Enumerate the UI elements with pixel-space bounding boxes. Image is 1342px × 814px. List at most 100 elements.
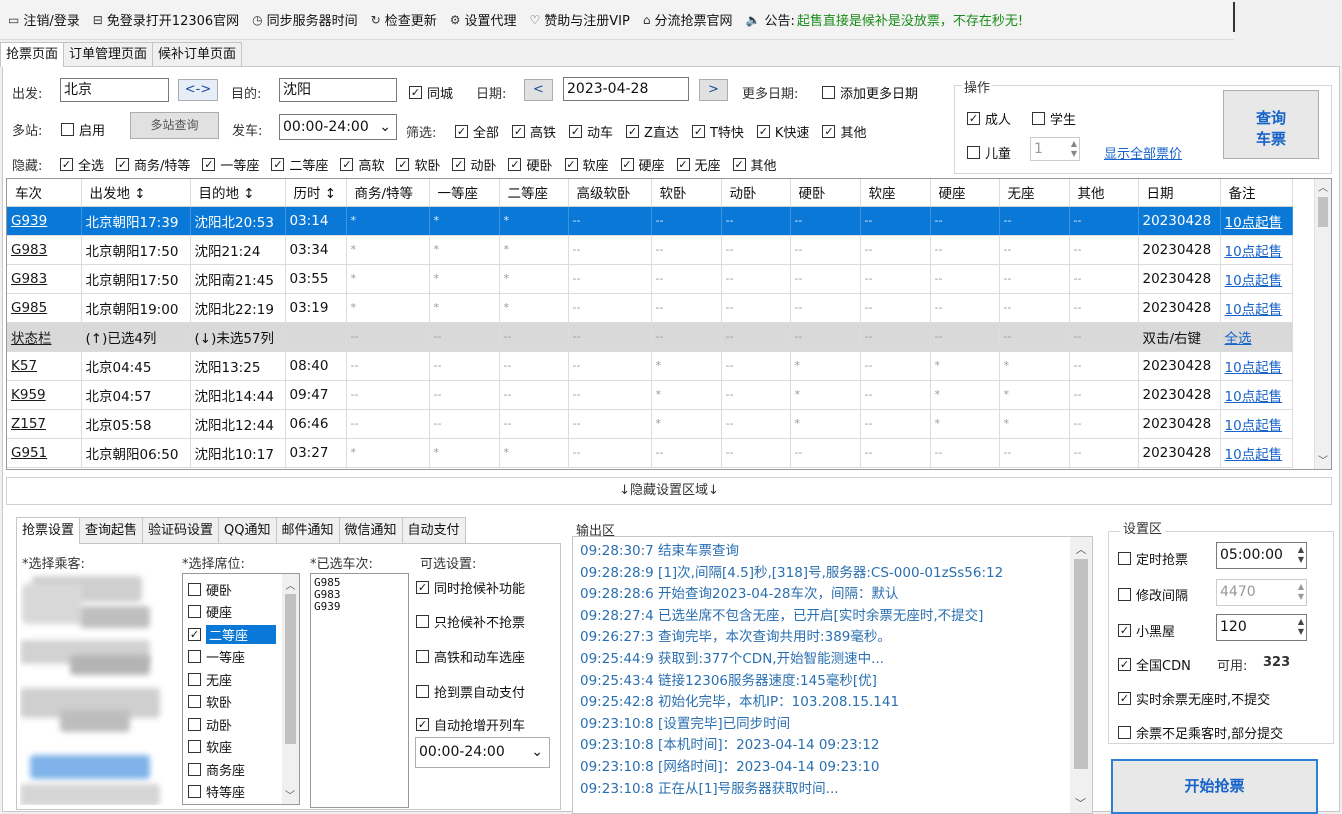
adult-checkbox[interactable]: ✓ 成人 xyxy=(967,109,1011,128)
timed-grab-time-input[interactable]: 05:00:00 ▲ ▼ xyxy=(1216,542,1307,569)
spinner-arrows-icon[interactable]: ▲ ▼ xyxy=(1298,617,1304,637)
filter-all-checkbox[interactable]: ✓ 全部 xyxy=(455,122,499,141)
selected-train-item[interactable]: G939 xyxy=(314,601,405,613)
hide-yingwo-checkbox[interactable]: ✓ 硬卧 xyxy=(508,155,553,174)
remark-cell[interactable]: 全选 xyxy=(1220,322,1293,352)
scroll-down-icon[interactable]: ﹀ xyxy=(285,787,295,802)
spinner-arrows-icon[interactable]: ▲ ▼ xyxy=(1298,545,1304,565)
hide-ruanzuo-checkbox[interactable]: ✓ 软座 xyxy=(564,155,609,174)
remark-link[interactable]: 10点起售 xyxy=(1225,215,1283,231)
scroll-down-icon[interactable]: ﹀ xyxy=(1075,795,1086,811)
modify-interval-checkbox[interactable]: 修改间隔 xyxy=(1118,585,1188,604)
train-row[interactable]: G939 北京朝阳17:39 沈阳北20:53 03:14 * * * -- -- -- -- -- -… xyxy=(7,206,1293,236)
column-header[interactable]: 硬座 xyxy=(930,179,1000,207)
column-header[interactable]: 车次 xyxy=(7,179,82,207)
hide-gaoruan-checkbox[interactable]: ✓ 高软 xyxy=(340,155,384,174)
tab-waitlist[interactable]: 候补订单页面 xyxy=(152,42,243,67)
grid-scrollbar[interactable]: ︿ ﹀ xyxy=(1314,179,1331,469)
remark-link[interactable]: 10点起售 xyxy=(1225,273,1283,289)
column-header[interactable]: 软卧 xyxy=(651,179,722,207)
proxy-settings-button[interactable]: ⚙ 设置代理 xyxy=(450,10,517,30)
column-header[interactable]: 目的地 ↕ xyxy=(190,179,286,207)
sync-time-button[interactable]: ◷ 同步服务器时间 xyxy=(252,10,358,30)
train-number-cell[interactable]: G951 xyxy=(7,438,82,468)
remark-link[interactable]: 10点起售 xyxy=(1225,447,1283,463)
column-header[interactable]: 其他 xyxy=(1069,179,1139,207)
student-checkbox[interactable]: 学生 xyxy=(1032,109,1076,128)
remark-link[interactable]: 10点起售 xyxy=(1225,360,1283,376)
tab-captcha[interactable]: 验证码设置 xyxy=(142,517,220,544)
date-prev-button[interactable]: < xyxy=(524,79,553,101)
train-number-cell[interactable]: G983 xyxy=(7,264,82,294)
train-number-link[interactable]: Z157 xyxy=(11,416,46,432)
hide-dongwo-checkbox[interactable]: ✓ 动卧 xyxy=(452,155,496,174)
filter-gaotie-checkbox[interactable]: ✓ 高铁 xyxy=(512,122,556,141)
tab-qq-notify[interactable]: QQ通知 xyxy=(218,517,277,544)
tab-query-sale[interactable]: 查询起售 xyxy=(79,517,144,544)
column-header[interactable]: 历时 ↕ xyxy=(285,179,347,207)
scroll-up-icon[interactable]: ︿ xyxy=(1070,541,1092,557)
train-number-link[interactable]: K57 xyxy=(11,358,37,374)
remark-cell[interactable]: 10点起售 xyxy=(1220,264,1293,294)
sponsor-vip-button[interactable]: ♡ 赞助与注册VIP xyxy=(530,10,630,30)
remark-link[interactable]: 10点起售 xyxy=(1225,418,1283,434)
remark-cell[interactable]: 10点起售 xyxy=(1220,351,1293,381)
extra-trains-time-select[interactable]: 00:00-24:00 ⌄ xyxy=(415,737,550,768)
train-number-cell[interactable]: K959 xyxy=(7,380,82,410)
column-header[interactable]: 无座 xyxy=(999,179,1070,207)
multi-station-query-button[interactable]: 多站查询 xyxy=(130,112,219,139)
remark-link[interactable]: 10点起售 xyxy=(1225,244,1283,260)
login-logout-button[interactable]: ▭ 注销/登录 xyxy=(8,10,80,30)
child-count-spinner[interactable]: 1 ▲ ▼ xyxy=(1030,137,1080,161)
open-12306-button[interactable]: ⊟ 免登录打开12306官网 xyxy=(93,10,239,30)
column-header[interactable]: 出发地 ↕ xyxy=(81,179,191,207)
remark-link[interactable]: 10点起售 xyxy=(1225,389,1283,405)
to-station-input[interactable]: 沈阳 xyxy=(279,78,397,102)
auto-pay-checkbox[interactable]: 抢到票自动支付 xyxy=(416,682,525,701)
train-number-link[interactable]: G983 xyxy=(11,242,47,258)
train-number-link[interactable]: G983 xyxy=(11,271,47,287)
hide-first-class-checkbox[interactable]: ✓ 一等座 xyxy=(202,155,259,174)
toggle-settings-area-bar[interactable]: ↓隐藏设置区域↓ xyxy=(6,477,1332,505)
passenger-list-redacted[interactable] xyxy=(20,570,170,805)
depart-time-select[interactable]: 00:00-24:00 ⌄ xyxy=(279,114,397,140)
waitlist-only-checkbox[interactable]: 只抢候补不抢票 xyxy=(416,612,525,631)
hide-yingzuo-checkbox[interactable]: ✓ 硬座 xyxy=(620,155,665,174)
status-row[interactable]: 状态栏 (↑)已选4列 (↓)未选57列 -- -- -- -- -- -- -- -- -- -- --… xyxy=(7,322,1293,352)
train-row[interactable]: K57 北京04:45 沈阳13:25 08:40 -- -- -- -- * -- * -- * * --… xyxy=(7,351,1293,381)
tab-grab-tickets[interactable]: 抢票页面 xyxy=(0,42,65,67)
interval-input[interactable]: 4470 ▲ ▼ xyxy=(1216,579,1307,606)
hide-wuzuo-checkbox[interactable]: ✓ 无座 xyxy=(676,155,721,174)
train-number-cell[interactable]: G985 xyxy=(7,293,82,323)
seat-listbox[interactable]: 硬卧 硬座 ✓ 二等座 一等座 无座 软卧 动卧 软座 商务座 特等座 ︿ ﹀ xyxy=(182,573,300,805)
hide-business-checkbox[interactable]: ✓ 商务/特等 xyxy=(116,155,190,174)
filter-t-checkbox[interactable]: ✓ T特快 xyxy=(691,122,744,141)
train-number-cell[interactable]: Z157 xyxy=(7,409,82,439)
partial-submit-checkbox[interactable]: 余票不足乘客时,部分提交 xyxy=(1118,723,1283,742)
column-header[interactable]: 一等座 xyxy=(429,179,500,207)
spinner-arrows-icon[interactable]: ▲ ▼ xyxy=(1298,582,1304,602)
tab-auto-pay[interactable]: 自动支付 xyxy=(401,517,466,544)
official-site-button[interactable]: ⌂ 分流抢票官网 xyxy=(643,10,733,30)
column-header[interactable]: 高级软卧 xyxy=(568,179,652,207)
blackroom-input[interactable]: 120 ▲ ▼ xyxy=(1216,614,1307,641)
hide-second-class-checkbox[interactable]: ✓ 二等座 xyxy=(271,155,328,174)
filter-k-checkbox[interactable]: ✓ K快速 xyxy=(756,122,809,141)
output-scrollbar[interactable]: ︿ ﹀ xyxy=(1070,537,1092,813)
start-grab-button[interactable]: 开始抢票 xyxy=(1111,759,1318,814)
hide-ruanwo-checkbox[interactable]: ✓ 软卧 xyxy=(396,155,440,174)
column-header[interactable]: 商务/特等 xyxy=(346,179,430,207)
filter-z-checkbox[interactable]: ✓ Z直达 xyxy=(626,122,679,141)
timed-grab-checkbox[interactable]: 定时抢票 xyxy=(1118,549,1188,568)
filter-other-checkbox[interactable]: ✓ 其他 xyxy=(822,122,866,141)
column-header[interactable]: 动卧 xyxy=(721,179,791,207)
remark-cell[interactable]: 10点起售 xyxy=(1220,206,1293,236)
add-more-dates-checkbox[interactable]: 添加更多日期 xyxy=(822,83,918,102)
scroll-up-icon[interactable]: ︿ xyxy=(282,577,299,592)
train-number-cell[interactable]: 状态栏 xyxy=(7,322,82,352)
remark-cell[interactable]: 10点起售 xyxy=(1220,235,1293,265)
blackroom-checkbox[interactable]: ✓ 小黑屋 xyxy=(1118,621,1175,640)
check-update-button[interactable]: ↻ 检查更新 xyxy=(371,10,437,30)
scroll-thumb[interactable] xyxy=(285,594,296,744)
national-cdn-checkbox[interactable]: ✓ 全国CDN xyxy=(1118,655,1191,674)
